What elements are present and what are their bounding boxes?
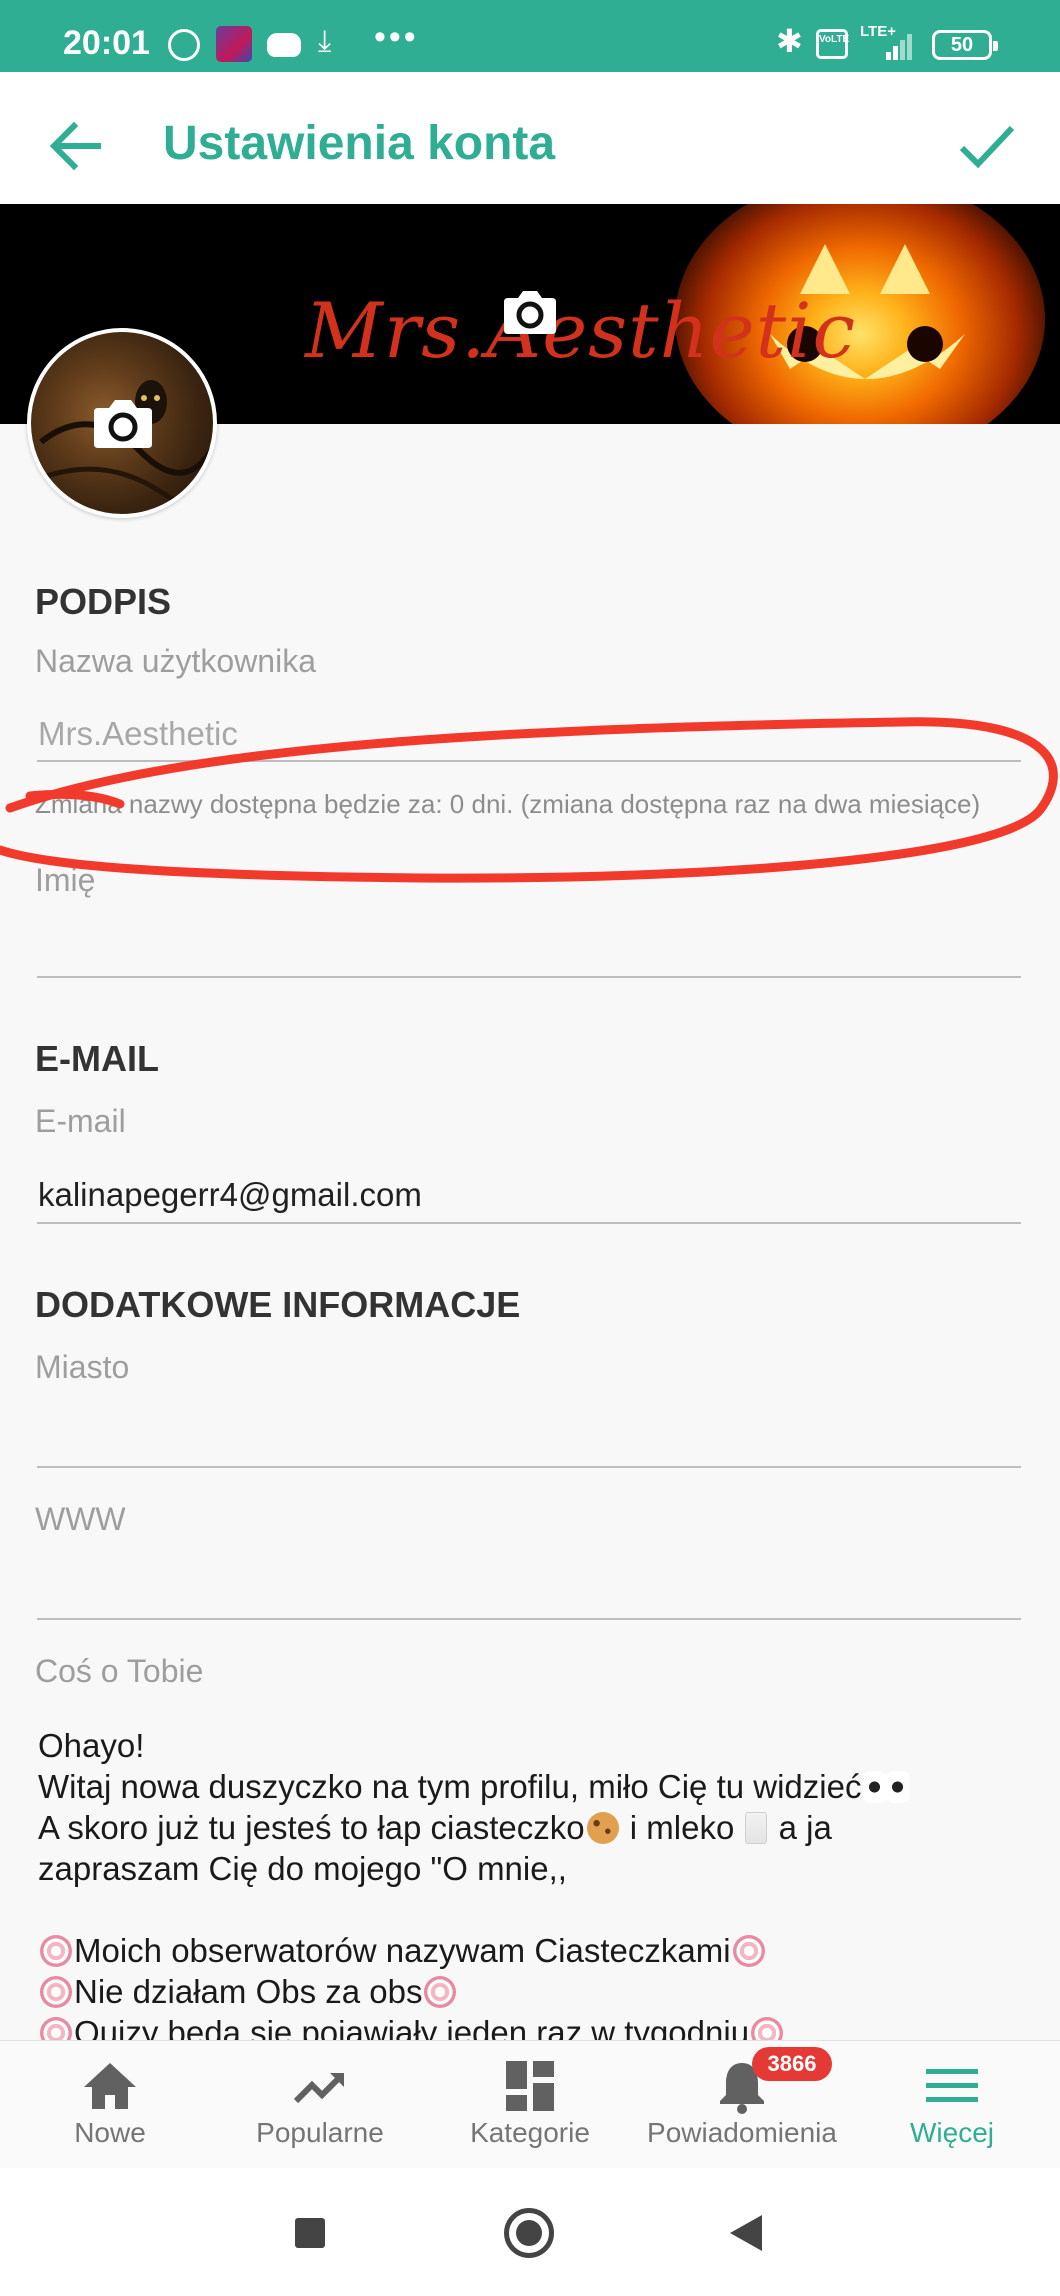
- lollipop-emoji-icon: [424, 1976, 457, 2008]
- about-line: Ohayo!: [38, 1727, 145, 1764]
- nav-item-nowe[interactable]: Nowe: [4, 2041, 216, 2169]
- alarm-icon: [168, 29, 200, 61]
- about-line: zapraszam Cię do mojego "O mnie,,: [38, 1850, 567, 1887]
- lollipop-emoji-icon: [732, 1935, 765, 1967]
- city-underline: [37, 1466, 1021, 1468]
- lollipop-emoji-icon: [751, 2017, 784, 2041]
- camera-icon: [504, 291, 556, 334]
- username-hint: Zmiana nazwy dostępna będzie za: 0 dni. …: [35, 789, 981, 819]
- about-line: Nie działam Obs za obs: [38, 1971, 1028, 2012]
- volte-icon: VoLTE: [816, 29, 849, 59]
- discord-icon: [267, 33, 301, 57]
- name-label: Imię: [35, 862, 96, 898]
- about-line: Moich obserwatorów nazywam Ciasteczkami: [38, 1930, 1028, 1971]
- www-underline: [37, 1618, 1021, 1620]
- lollipop-emoji-icon: [40, 1976, 72, 2008]
- nav-label: Kategorie: [470, 2117, 590, 2148]
- city-label: Miasto: [35, 1349, 130, 1385]
- email-label: E-mail: [35, 1103, 126, 1139]
- nav-label: Powiadomienia: [647, 2117, 837, 2148]
- lollipop-emoji-icon: [40, 2017, 72, 2041]
- lollipop-emoji-icon: [40, 1935, 72, 1967]
- save-button[interactable]: [950, 110, 1024, 182]
- nav-item-wiecej[interactable]: Więcej: [846, 2041, 1058, 2169]
- lte-signal-icon: [886, 30, 918, 60]
- eyes-emoji-icon: [863, 1771, 910, 1803]
- name-underline: [37, 976, 1021, 978]
- nav-item-popularne[interactable]: Popularne: [214, 2041, 426, 2169]
- cover-camera-button[interactable]: [500, 282, 560, 342]
- email-field[interactable]: kalinapegerr4@gmail.com: [38, 1176, 422, 1214]
- recent-apps-button[interactable]: [295, 2218, 325, 2248]
- section-heading-extra: DODATKOWE INFORMACJE: [35, 1284, 521, 1325]
- check-icon: [959, 125, 1015, 169]
- home-button[interactable]: [504, 2208, 554, 2258]
- app-bar: Ustawienia konta: [0, 72, 1060, 204]
- bluetooth-icon: ✱: [776, 23, 803, 59]
- system-nav-bar: [0, 2168, 1060, 2296]
- about-label: Coś o Tobie: [35, 1653, 204, 1689]
- www-label: WWW: [35, 1501, 126, 1537]
- more-dots-icon: •••: [374, 18, 419, 56]
- nav-item-kategorie[interactable]: Kategorie: [424, 2041, 636, 2169]
- download-icon: ⤓: [318, 25, 332, 58]
- status-time: 20:01: [63, 24, 150, 62]
- section-heading-email: E-MAIL: [35, 1038, 159, 1079]
- bottom-nav: Nowe Popularne Kategorie 3866 Powiadomie…: [0, 2040, 1060, 2168]
- nav-label: Popularne: [256, 2117, 384, 2148]
- menu-icon: [926, 2069, 978, 2102]
- username-label: Nazwa użytkownika: [35, 643, 316, 679]
- arrow-left-icon: [49, 121, 101, 171]
- section-heading-signature: PODPIS: [35, 581, 172, 622]
- camera-icon: [94, 400, 152, 448]
- cover-text: Mrs.Aesthetic: [305, 286, 857, 375]
- about-line: A skoro już tu jesteś to łap ciasteczko …: [38, 1809, 832, 1846]
- about-line: [38, 1889, 1028, 1930]
- app-thumbnail-icon: [216, 26, 252, 62]
- username-underline: [37, 760, 1021, 762]
- username-field[interactable]: Mrs.Aesthetic: [38, 715, 238, 753]
- system-back-button[interactable]: [730, 2215, 762, 2251]
- home-icon: [84, 2063, 136, 2109]
- cookie-emoji-icon: [586, 1812, 619, 1844]
- nav-label: Nowe: [74, 2117, 146, 2148]
- status-bar: 20:01 ⤓ ••• ✱ VoLTE LTE+ 50: [0, 0, 1060, 72]
- avatar-camera-button[interactable]: [90, 392, 156, 454]
- nav-item-powiadomienia[interactable]: 3866 Powiadomienia: [636, 2041, 848, 2169]
- trending-icon: [293, 2073, 344, 2104]
- about-line: Witaj nowa duszyczko na tym profilu, mił…: [38, 1766, 1028, 1807]
- back-button[interactable]: [40, 110, 112, 182]
- nav-label: Więcej: [909, 2117, 994, 2148]
- dashboard-icon: [506, 2061, 554, 2111]
- about-field[interactable]: Ohayo! Witaj nowa duszyczko na tym profi…: [38, 1725, 1028, 2041]
- email-underline: [37, 1222, 1021, 1224]
- about-line: Quizy będą się pojawiały jeden raz w tyg…: [38, 2012, 1028, 2041]
- page-title: Ustawienia konta: [163, 117, 556, 170]
- notification-count-badge: 3866: [752, 2047, 832, 2081]
- battery-icon: 50: [932, 30, 998, 60]
- milk-emoji-icon: [745, 1812, 768, 1844]
